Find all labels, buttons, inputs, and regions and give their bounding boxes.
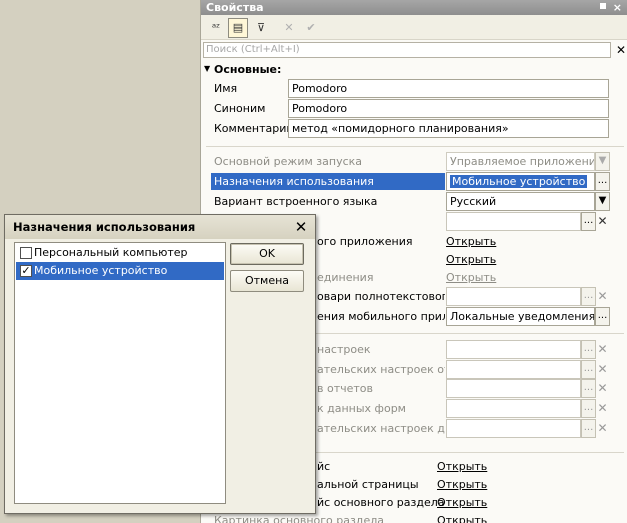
synonym-label: Синоним — [214, 102, 266, 115]
empty-field[interactable] — [446, 212, 581, 231]
panel-title-bar: Свойства × — [201, 0, 627, 15]
check-icon[interactable]: ✔ — [301, 18, 321, 38]
open-link[interactable]: Открыть — [446, 235, 496, 248]
ellipsis-button[interactable]: ... — [581, 379, 596, 398]
interface-label: йс — [317, 460, 331, 473]
panel-title: Свойства — [206, 1, 264, 14]
cancel-button[interactable]: Отмена — [230, 270, 304, 292]
purpose-value: Мобильное устройство — [450, 175, 588, 188]
ellipsis-button[interactable]: ... — [581, 399, 596, 418]
forms-field[interactable] — [446, 399, 581, 418]
checkbox-mobile[interactable]: ✓ — [20, 265, 32, 277]
name-field[interactable]: Pomodoro — [288, 79, 609, 98]
divider — [206, 146, 624, 147]
ok-button[interactable]: OK — [230, 243, 304, 265]
toolbar: ᵃᶻ ▤ ⊽ ✕ ✔ — [201, 15, 627, 40]
list-item-label: Персональный компьютер — [34, 246, 188, 259]
purpose-dialog: Назначения использования ✕ Персональный … — [4, 214, 316, 514]
clear-icon[interactable]: ✕ — [596, 287, 609, 306]
list-item-pc[interactable]: Персональный компьютер — [16, 244, 224, 262]
list-item-mobile[interactable]: ✓ Мобильное устройство — [16, 262, 224, 280]
main-section-picture-label: Картинка основного раздела — [214, 514, 384, 523]
filter-icon[interactable]: ⊽ — [251, 18, 271, 38]
report-settings-label: ательских настроек отче — [317, 363, 445, 376]
clear-icon[interactable]: ✕ — [596, 360, 609, 379]
main-section-label: йс основного раздела — [317, 496, 445, 509]
clear-icon[interactable]: ✕ — [596, 340, 609, 359]
ellipsis-button[interactable]: ... — [581, 287, 596, 306]
open-link[interactable]: Открыть — [437, 514, 487, 523]
lang-label: Вариант встроенного языка — [214, 195, 378, 208]
synonym-field[interactable]: Pomodoro — [288, 99, 609, 118]
fulltext-label: овари полнотекстового п — [317, 290, 445, 303]
lang-dropdown-icon[interactable]: ▼ — [595, 192, 610, 211]
report-settings-field[interactable] — [446, 360, 581, 379]
sort-alpha-icon[interactable]: ᵃᶻ — [206, 18, 226, 38]
dialog-close-icon[interactable]: ✕ — [293, 217, 309, 237]
panel-close-icon[interactable]: × — [613, 0, 622, 15]
purpose-ellipsis-button[interactable]: ... — [595, 172, 610, 191]
search-input[interactable]: Поиск (Ctrl+Alt+I) — [203, 42, 611, 58]
settings-field[interactable] — [446, 340, 581, 359]
lang-select[interactable]: Русский — [446, 192, 595, 211]
ellipsis-button[interactable]: ... — [595, 307, 610, 326]
purpose-list: Персональный компьютер ✓ Мобильное устро… — [14, 242, 226, 504]
group-title: Основные: — [214, 63, 282, 76]
search-clear-icon[interactable]: ✕ — [614, 42, 627, 58]
fulltext-field[interactable] — [446, 287, 581, 306]
connection-label: единения — [317, 271, 374, 284]
launch-mode-dropdown-icon[interactable]: ▼ — [595, 152, 610, 171]
ellipsis-button[interactable]: ... — [581, 360, 596, 379]
comment-field[interactable]: метод «помидорного планирования» — [288, 119, 609, 138]
settings-label: настроек — [317, 343, 371, 356]
ellipsis-button[interactable]: ... — [581, 419, 596, 438]
comment-label: Комментарий — [214, 122, 294, 135]
open-link[interactable]: Открыть — [446, 271, 496, 284]
open-link[interactable]: Открыть — [437, 460, 487, 473]
open-link[interactable]: Открыть — [437, 478, 487, 491]
ellipsis-button[interactable]: ... — [581, 212, 596, 231]
purpose-label: Назначения использования — [214, 175, 374, 188]
clear-icon[interactable]: ✕ — [596, 419, 609, 438]
start-page-label: альной страницы — [317, 478, 419, 491]
clear-icon[interactable]: ✕ — [596, 379, 609, 398]
open-link[interactable]: Открыть — [446, 253, 496, 266]
collapse-icon[interactable]: ▼ — [204, 64, 210, 73]
delete-icon[interactable]: ✕ — [279, 18, 299, 38]
pin-icon[interactable] — [600, 3, 606, 9]
forms-label: к данных форм — [317, 402, 406, 415]
reports-label: в отчетов — [317, 382, 374, 395]
dialog-title: Назначения использования — [13, 220, 196, 234]
launch-mode-label: Основной режим запуска — [214, 155, 363, 168]
dialog-title-bar: Назначения использования — [5, 215, 315, 239]
dynamic-settings-label: ательских настроек дина — [317, 422, 445, 435]
mobile-label: ения мобильного приложе — [317, 310, 445, 323]
purpose-field[interactable]: Мобильное устройство — [446, 172, 595, 191]
open-link[interactable]: Открыть — [437, 496, 487, 509]
clear-icon[interactable]: ✕ — [596, 212, 609, 231]
reports-field[interactable] — [446, 379, 581, 398]
app-label: ого приложения — [317, 235, 413, 248]
mobile-field[interactable]: Локальные уведомления, Во — [446, 307, 595, 326]
checkbox-pc[interactable] — [20, 247, 32, 259]
categorize-icon[interactable]: ▤ — [228, 18, 248, 38]
launch-mode-select[interactable]: Управляемое приложение — [446, 152, 595, 171]
ellipsis-button[interactable]: ... — [581, 340, 596, 359]
clear-icon[interactable]: ✕ — [596, 399, 609, 418]
dynamic-settings-field[interactable] — [446, 419, 581, 438]
list-item-label: Мобильное устройство — [34, 264, 168, 277]
name-label: Имя — [214, 82, 238, 95]
